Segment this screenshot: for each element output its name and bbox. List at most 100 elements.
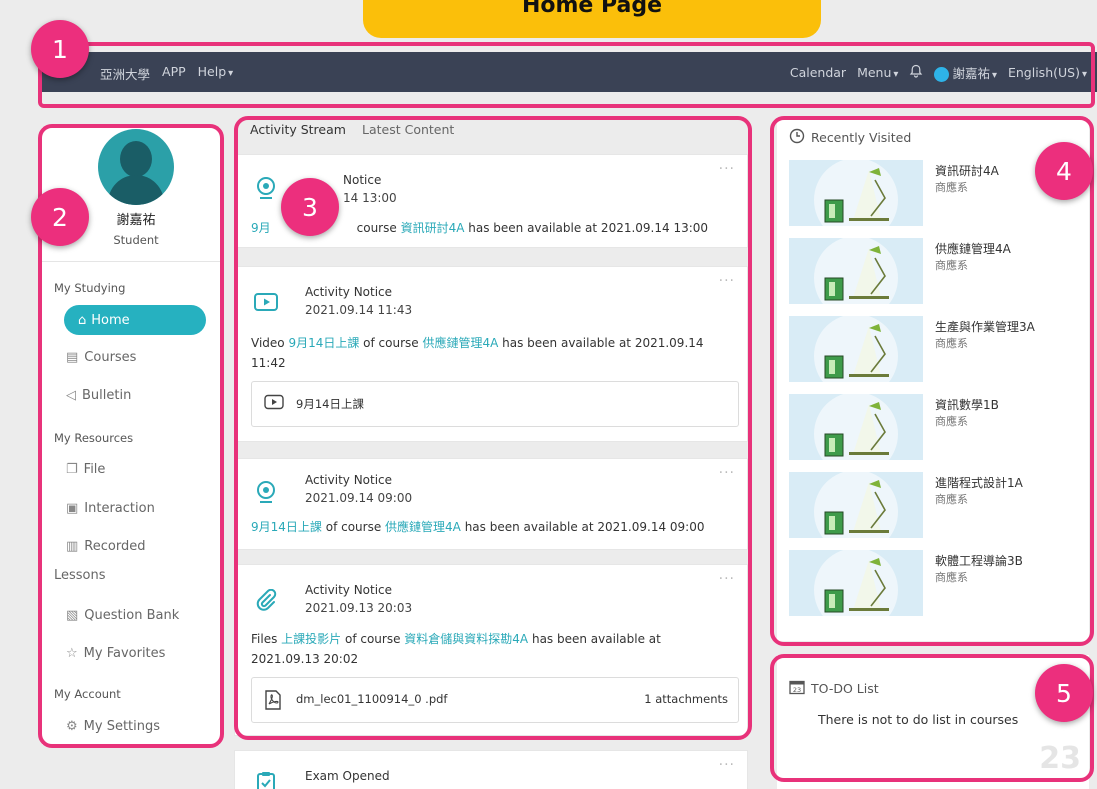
activity-card[interactable]: Activity Notice 2021.09.14 11:43 ··· Vid…	[234, 266, 748, 442]
card-item-link[interactable]: 9月14日上課	[288, 336, 359, 350]
card-item-link[interactable]: 9月14日上課	[251, 520, 322, 534]
chevron-down-icon: ▾	[1081, 69, 1087, 80]
recent-course-item[interactable]: 軟體工程導論3B 商應系	[789, 550, 1079, 616]
card-text-part: of course	[359, 336, 423, 350]
user-menu[interactable]: 謝嘉祐 ▾	[934, 63, 997, 82]
course-link[interactable]: 資訊研討4A	[401, 221, 465, 235]
tab-latest-content[interactable]: Latest Content	[362, 122, 454, 137]
profile-avatar[interactable]	[98, 129, 174, 205]
card-item-link[interactable]: 上課投影片	[281, 632, 341, 646]
home-icon: ⌂	[78, 312, 87, 328]
course-thumbnail[interactable]	[789, 550, 923, 616]
card-date: 2021.09.14 09:00	[305, 491, 413, 505]
card-text-part: has been available at 2021.09.14 13:00	[464, 221, 709, 235]
sidebar-item-label: My Settings	[83, 719, 161, 734]
more-options-icon[interactable]: ···	[719, 161, 735, 177]
todo-heading: 23 TO-DO List	[789, 679, 879, 698]
card-title: Activity Notice	[305, 285, 393, 299]
sidebar-item-label: Bulletin	[82, 388, 132, 403]
more-options-icon[interactable]: ···	[719, 571, 735, 587]
calendar-watermark: 23	[1039, 741, 1081, 776]
course-thumbnail[interactable]	[789, 316, 923, 382]
course-department: 商應系	[935, 571, 968, 584]
card-date: 2021.09.13 20:03	[305, 601, 413, 615]
marker-1: 1	[31, 20, 89, 78]
activity-card[interactable]: Exam Opened ···	[234, 750, 748, 789]
section-label-my-resources: My Resources	[54, 431, 134, 445]
app-link[interactable]: APP	[162, 64, 186, 83]
webcam-icon	[251, 173, 281, 203]
video-icon	[264, 394, 284, 413]
marker-3: 3	[281, 178, 339, 236]
sidebar-item-my-settings[interactable]: ⚙ My Settings	[66, 719, 160, 734]
more-options-icon[interactable]: ···	[719, 465, 735, 481]
todo-label: TO-DO List	[811, 681, 879, 696]
question-bank-icon: ▧	[66, 608, 79, 623]
interaction-icon: ▣	[66, 501, 79, 516]
language-dropdown[interactable]: English(US) ▾	[1008, 65, 1087, 80]
page-title: Home Page	[521, 0, 663, 18]
activity-card[interactable]: Activity Notice 2021.09.13 20:03 ··· Fil…	[234, 564, 748, 736]
card-item-link[interactable]: 9月	[251, 221, 271, 235]
pdf-icon	[264, 690, 282, 713]
paperclip-icon	[251, 585, 281, 615]
card-title: Notice	[343, 173, 382, 187]
recent-course-item[interactable]: 生產與作業管理3A 商應系	[789, 316, 1079, 382]
course-link[interactable]: 供應鏈管理4A	[422, 336, 498, 350]
clock-icon	[789, 128, 805, 147]
recently-visited-label: Recently Visited	[811, 130, 912, 145]
course-name: 資訊研討4A	[935, 164, 999, 178]
help-menu[interactable]: Help ▾	[198, 64, 234, 83]
sidebar-item-question-bank[interactable]: ▧ Question Bank	[66, 608, 179, 623]
recorded-icon: ▥	[66, 539, 79, 554]
chevron-down-icon: ▾	[893, 69, 899, 80]
course-department: 商應系	[935, 181, 968, 194]
course-thumbnail[interactable]	[789, 160, 923, 226]
course-link[interactable]: 資料倉儲與資料探勘4A	[404, 632, 528, 646]
recent-course-item[interactable]: 進階程式設計1A 商應系	[789, 472, 1079, 538]
sidebar-item-label: Question Bank	[84, 608, 180, 623]
video-icon	[251, 287, 281, 317]
sidebar-item-bulletin[interactable]: ◁ Bulletin	[66, 388, 131, 403]
course-department: 商應系	[935, 259, 968, 272]
attachment-name: 9月14日上課	[296, 397, 364, 411]
card-text-part: course	[356, 221, 401, 235]
recent-course-item[interactable]: 供應鏈管理4A 商應系	[789, 238, 1079, 304]
sidebar-item-interaction[interactable]: ▣ Interaction	[66, 501, 155, 516]
sidebar-item-label-continued: Lessons	[54, 568, 106, 583]
tab-activity-stream[interactable]: Activity Stream	[250, 122, 346, 137]
course-link[interactable]: 供應鏈管理4A	[385, 520, 461, 534]
sidebar-item-my-favorites[interactable]: ☆ My Favorites	[66, 646, 165, 661]
card-text-part: has been available at 2021.09.14 09:00	[460, 520, 705, 534]
course-thumbnail[interactable]	[789, 238, 923, 304]
sidebar-item-home[interactable]: ⌂ Home	[64, 305, 206, 335]
course-department: 商應系	[935, 337, 968, 350]
course-thumbnail[interactable]	[789, 394, 923, 460]
activity-card[interactable]: Activity Notice 2021.09.14 09:00 ··· 9月1…	[234, 458, 748, 550]
menu-dropdown[interactable]: Menu ▾	[857, 65, 898, 80]
attachment-box[interactable]: 9月14日上課	[251, 381, 739, 427]
calendar-link[interactable]: Calendar	[790, 65, 846, 80]
attachment-box[interactable]: dm_lec01_1100914_0 .pdf 1 attachments	[251, 677, 739, 723]
sidebar-item-recorded-lessons[interactable]: ▥ Recorded	[66, 539, 145, 554]
card-title: Exam Opened	[305, 769, 390, 783]
brand-link[interactable]: 亞洲大學	[100, 64, 150, 83]
page-title-banner: Home Page	[363, 0, 821, 38]
marker-4: 4	[1035, 142, 1093, 200]
course-thumbnail[interactable]	[789, 472, 923, 538]
card-text: 9月14日上課 of course 供應鏈管理4A has been avail…	[251, 517, 731, 537]
megaphone-icon: ◁	[66, 388, 76, 403]
card-date: 14 13:00	[343, 191, 397, 205]
attachment-count: 1 attachments	[644, 692, 728, 706]
calendar-icon: 23	[789, 679, 805, 698]
card-title: Activity Notice	[305, 583, 393, 597]
bell-icon[interactable]	[909, 64, 923, 81]
sidebar-item-label: Interaction	[84, 501, 155, 516]
course-name: 進階程式設計1A	[935, 476, 1023, 490]
more-options-icon[interactable]: ···	[719, 273, 735, 289]
sidebar-item-file[interactable]: ❐ File	[66, 462, 105, 477]
sidebar-item-courses[interactable]: ▤ Courses	[66, 350, 136, 365]
more-options-icon[interactable]: ···	[719, 757, 735, 773]
course-name: 資訊數學1B	[935, 398, 999, 412]
recent-course-item[interactable]: 資訊數學1B 商應系	[789, 394, 1079, 460]
